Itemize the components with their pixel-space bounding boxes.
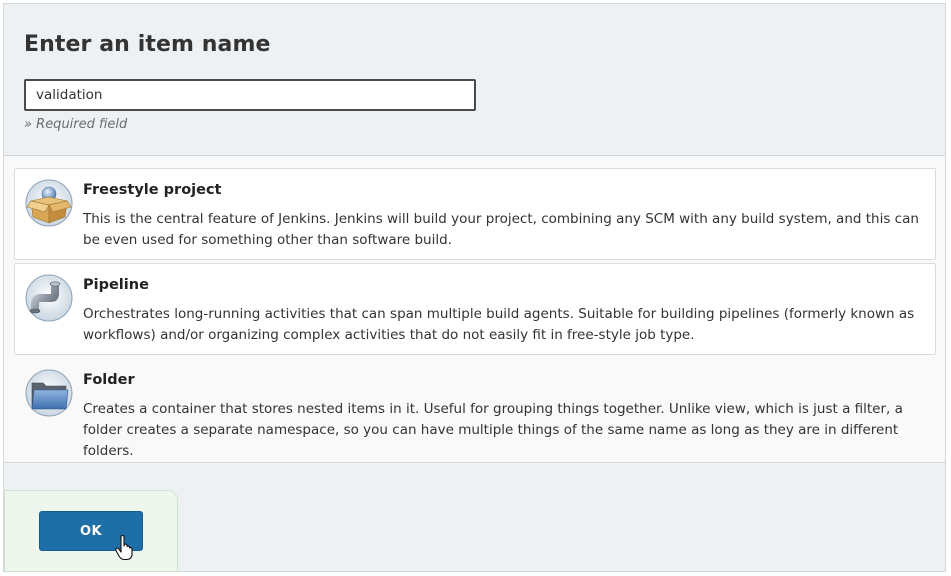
pipeline-pipe-icon [25, 274, 73, 322]
item-type-freestyle-project[interactable]: Freestyle project This is the central fe… [14, 168, 936, 260]
hand-pointer-cursor-icon [114, 534, 136, 561]
item-type-label: Pipeline [83, 277, 149, 293]
item-type-label: Freestyle project [83, 182, 222, 198]
freestyle-box-icon [25, 179, 73, 227]
required-field-note: » Required field [24, 117, 128, 132]
item-type-description: This is the central feature of Jenkins. … [83, 211, 919, 248]
item-name-section: Enter an item name » Required field [4, 4, 945, 156]
page-title: Enter an item name [24, 32, 271, 57]
item-type-label: Folder [83, 372, 135, 388]
item-type-pipeline[interactable]: Pipeline Orchestrates long-running activ… [14, 263, 936, 355]
item-type-description: Orchestrates long-running activities tha… [83, 306, 915, 343]
item-type-description: Creates a container that stores nested i… [83, 401, 903, 459]
new-item-panel: Enter an item name » Required field [3, 3, 946, 572]
item-type-list: Freestyle project This is the central fe… [4, 156, 945, 463]
item-name-input[interactable] [24, 79, 476, 111]
folder-icon [25, 369, 73, 417]
item-type-folder[interactable]: Folder Creates a container that stores n… [14, 358, 936, 459]
